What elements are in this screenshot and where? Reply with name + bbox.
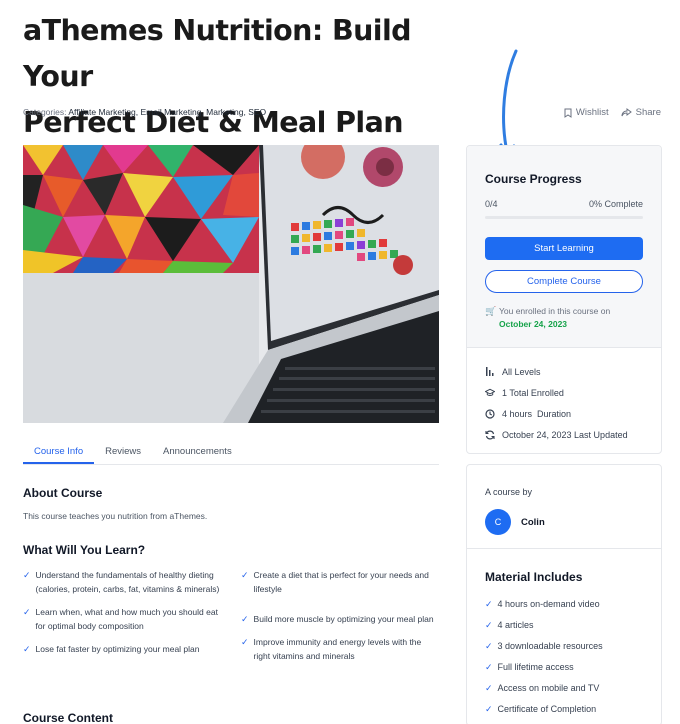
list-item: ✓ Improve immunity and energy levels with…: [241, 635, 436, 663]
refresh-icon: [485, 430, 495, 439]
meta-text: October 24, 2023 Last Updated: [502, 429, 628, 440]
list-item: ✓ Certificate of Completion: [485, 698, 603, 719]
progress-title: Course Progress: [485, 172, 582, 186]
share-icon: [621, 108, 632, 117]
check-icon: ✓: [485, 619, 493, 630]
share-button[interactable]: Share: [621, 107, 661, 118]
check-icon: ✓: [485, 661, 493, 672]
categories: Categories: Affiliate Marketing, Email M…: [23, 107, 266, 117]
start-learning-button[interactable]: Start Learning: [485, 237, 643, 260]
materials-title: Material Includes: [485, 570, 583, 584]
check-icon: ✓: [485, 682, 493, 693]
instructor-materials-card: A course by C Colin Material Includes ✓ 4…: [466, 464, 662, 724]
about-heading: About Course: [23, 486, 103, 500]
progress-row: 0/4 0% Complete: [485, 199, 643, 209]
bookmark-icon: [564, 108, 572, 118]
check-icon: ✓: [485, 598, 493, 609]
meta-text: 4 hours Duration: [502, 408, 572, 419]
list-item: ✓ Access on mobile and TV: [485, 677, 603, 698]
instructor-label: A course by: [485, 487, 533, 497]
graduation-cap-icon: [485, 388, 495, 396]
course-meta: All Levels 1 Total Enrolled 4 hours Dura…: [485, 361, 628, 445]
check-icon: ✓: [241, 570, 249, 580]
list-item: ✓ 4 articles: [485, 614, 603, 635]
meta-text: 1 Total Enrolled: [502, 387, 564, 398]
list-item: ✓ 4 hours on-demand video: [485, 593, 603, 614]
materials-list: ✓ 4 hours on-demand video ✓ 4 articles ✓ 3 …: [485, 593, 603, 719]
learn-item-text: Improve immunity and energy levels with …: [253, 637, 422, 661]
enrollment-text: You enrolled in this course on: [499, 306, 611, 316]
check-icon: ✓: [241, 637, 249, 647]
learn-item-text: Create a diet that is perfect for your n…: [253, 570, 429, 594]
material-text: 4 hours on-demand video: [497, 598, 600, 609]
list-item: ✓ Learn when, what and how much you shoul…: [23, 605, 228, 633]
categories-list[interactable]: Affiliate Marketing, Email Marketing, Ma…: [68, 107, 266, 117]
about-text: This course teaches you nutrition from a…: [23, 511, 208, 521]
course-tabs: Course Info Reviews Announcements: [23, 440, 439, 465]
meta-duration: 4 hours Duration: [485, 403, 628, 424]
learn-item-text: Learn when, what and how much you should…: [35, 607, 218, 631]
learn-heading: What Will You Learn?: [23, 543, 146, 557]
list-item: ✓ Create a diet that is perfect for your …: [241, 568, 436, 596]
check-icon: ✓: [23, 607, 31, 617]
course-progress-card: Course Progress 0/4 0% Complete Start Le…: [466, 145, 662, 454]
learn-list-left: ✓ Understand the fundamentals of healthy …: [23, 568, 228, 665]
progress-percent: 0% Complete: [588, 199, 643, 209]
material-text: 4 articles: [497, 619, 534, 630]
course-title-line-1: aThemes Nutrition: Build Your: [23, 14, 412, 93]
list-item: ✓ Lose fat faster by optimizing your meal…: [23, 642, 228, 656]
progress-count: 0/4: [485, 199, 498, 209]
material-text: Full lifetime access: [497, 661, 574, 672]
progress-section: Course Progress 0/4 0% Complete Start Le…: [467, 146, 661, 348]
learn-item-text: Lose fat faster by optimizing your meal …: [35, 644, 200, 654]
course-thumbnail: [23, 145, 439, 423]
course-actions: Wishlist Share: [564, 107, 661, 118]
meta-level: All Levels: [485, 361, 628, 382]
cart-icon: 🛒: [485, 306, 497, 316]
list-item: ✓ Full lifetime access: [485, 656, 603, 677]
tab-course-info[interactable]: Course Info: [23, 440, 95, 464]
categories-label: Categories:: [23, 107, 67, 117]
course-title: aThemes Nutrition: Build Your Perfect Di…: [23, 8, 483, 146]
check-icon: ✓: [485, 703, 493, 714]
material-text: 3 downloadable resources: [497, 640, 603, 651]
share-label: Share: [635, 107, 661, 118]
wishlist-label: Wishlist: [575, 107, 609, 118]
material-text: Access on mobile and TV: [497, 682, 600, 693]
clock-icon: [485, 408, 495, 419]
enrollment-notice: 🛒 You enrolled in this course on October…: [485, 305, 645, 331]
meta-updated: October 24, 2023 Last Updated: [485, 424, 628, 445]
check-icon: ✓: [241, 614, 249, 624]
learn-item-text: Build more muscle by optimizing your mea…: [253, 614, 434, 624]
list-item: ✓ Understand the fundamentals of healthy …: [23, 568, 228, 596]
instructor-name[interactable]: Colin: [521, 517, 545, 528]
check-icon: ✓: [23, 570, 31, 580]
wishlist-button[interactable]: Wishlist: [564, 107, 609, 118]
tab-reviews[interactable]: Reviews: [94, 440, 152, 464]
tab-announcements[interactable]: Announcements: [152, 440, 243, 464]
avatar[interactable]: C: [485, 509, 511, 535]
check-icon: ✓: [485, 640, 493, 651]
list-item: ✓ Build more muscle by optimizing your me…: [241, 612, 436, 626]
complete-course-button[interactable]: Complete Course: [485, 270, 643, 293]
list-item: ✓ 3 downloadable resources: [485, 635, 603, 656]
learn-list-right: ✓ Create a diet that is perfect for your …: [241, 568, 436, 672]
course-content-heading: Course Content: [23, 711, 113, 724]
learn-item-text: Understand the fundamentals of healthy d…: [35, 570, 220, 594]
check-icon: ✓: [23, 644, 31, 654]
level-bars-icon: [486, 367, 494, 376]
divider: [467, 548, 661, 549]
material-text: Certificate of Completion: [497, 703, 597, 714]
enrollment-date: October 24, 2023: [499, 319, 568, 329]
meta-text: All Levels: [502, 366, 541, 377]
meta-enrolled: 1 Total Enrolled: [485, 382, 628, 403]
progress-bar: [485, 216, 643, 219]
